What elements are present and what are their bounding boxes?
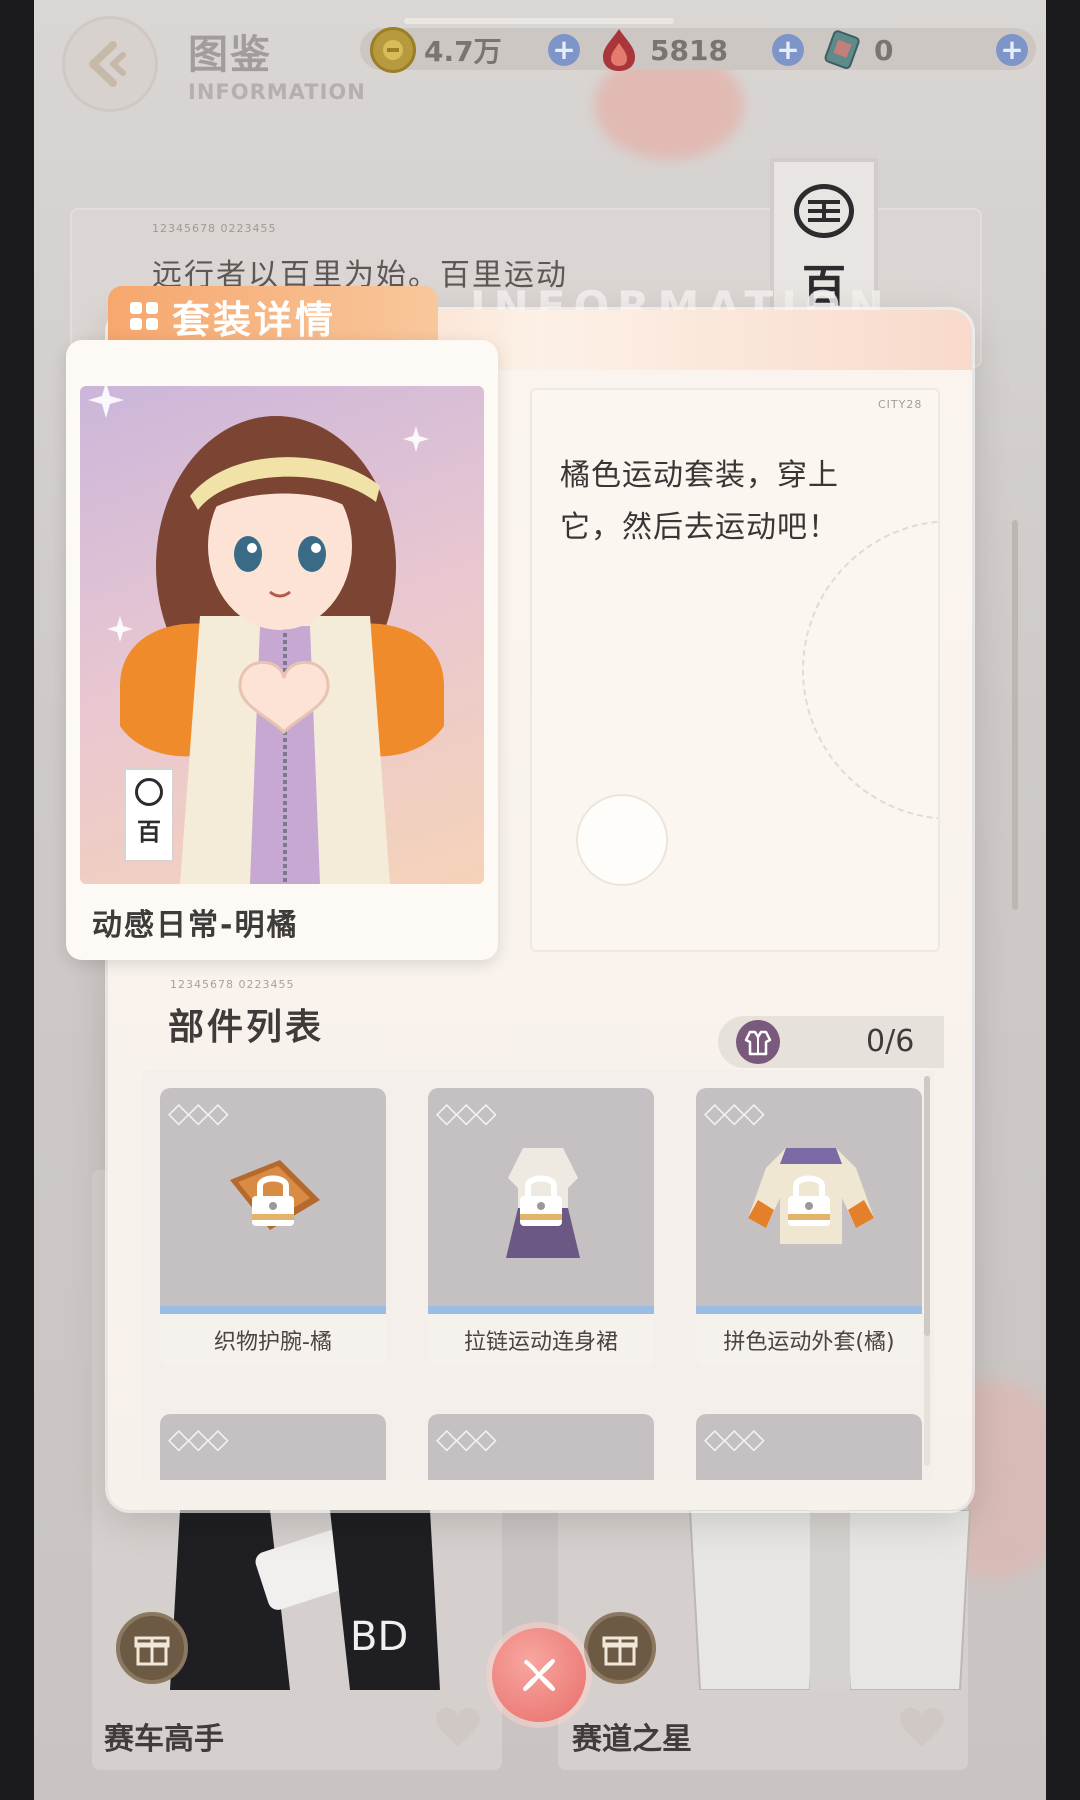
outfit-description: 橘色运动套装，穿上它，然后去运动吧！ xyxy=(560,458,839,545)
plus-icon: + xyxy=(1000,33,1024,66)
page-scrollbar[interactable] xyxy=(1012,520,1018,910)
rarity-stripe xyxy=(160,1306,386,1314)
gift-button[interactable] xyxy=(584,1612,656,1684)
ticket-value: 0 xyxy=(874,33,894,67)
plus-icon: + xyxy=(776,33,800,66)
page-subtitle: INFORMATION xyxy=(188,80,366,104)
grid-icon xyxy=(130,302,158,330)
part-name: 织物护腕-橘 xyxy=(214,1330,332,1355)
ticket-card-icon xyxy=(820,27,866,73)
add-gold-button[interactable]: + xyxy=(548,34,580,66)
rarity-stars: ◇◇◇ xyxy=(436,1096,497,1129)
parts-list-title: 部件列表 xyxy=(168,1007,325,1048)
brand-mini-tag: 百 xyxy=(124,768,174,862)
flame-value: 5818 xyxy=(650,33,728,67)
parts-code: 12345678 0223455 xyxy=(170,978,295,991)
parts-scrollbar-thumb[interactable] xyxy=(924,1076,930,1336)
part-card[interactable]: ◇◇◇ 拼色运动外套(橘) xyxy=(696,1088,922,1366)
heart-icon xyxy=(900,1708,944,1746)
favorite-button[interactable] xyxy=(896,1705,948,1749)
desc-code: CITY28 xyxy=(878,398,923,411)
outfit-figure-jacket: BD xyxy=(170,1510,440,1690)
rarity-stars: ◇◇◇ xyxy=(168,1096,229,1129)
gold-value: 4.7万 xyxy=(424,35,502,68)
rarity-stars: ◇◇◇ xyxy=(436,1422,497,1455)
brand-logo-icon xyxy=(794,184,854,238)
lock-icon xyxy=(252,1175,294,1226)
deco-circle xyxy=(802,520,938,820)
flame-crystal-icon xyxy=(596,27,642,73)
part-card[interactable]: ◇◇◇ xyxy=(696,1414,922,1480)
currency-gold: 4.7万 xyxy=(370,22,502,78)
currency-flame: 5818 xyxy=(596,22,728,78)
rarity-stars: ◇◇◇ xyxy=(704,1422,765,1455)
deco-circle xyxy=(576,794,668,886)
add-ticket-button[interactable]: + xyxy=(996,34,1028,66)
part-card[interactable]: ◇◇◇ xyxy=(428,1414,654,1480)
card-code: 12345678 0223455 xyxy=(152,222,277,235)
brand-logo-icon xyxy=(135,778,163,806)
rarity-stars: ◇◇◇ xyxy=(168,1422,229,1455)
lock-icon xyxy=(520,1175,562,1226)
outfit-name: 赛道之星 xyxy=(572,1722,692,1757)
modal-title-tab: 套装详情 xyxy=(108,286,438,346)
gold-coin-icon xyxy=(370,27,416,73)
back-arrow-icon xyxy=(89,41,126,87)
parts-grid: ◇◇◇ 织物护腕-橘 ◇◇◇ 拉链运动连身裙 ◇◇◇ 拼色运动外套(橘) ◇◇◇… xyxy=(142,1070,934,1480)
close-button[interactable] xyxy=(492,1628,586,1722)
rarity-stripe xyxy=(428,1306,654,1314)
rarity-stars: ◇◇◇ xyxy=(704,1096,765,1129)
part-card[interactable]: ◇◇◇ 拉链运动连身裙 xyxy=(428,1088,654,1366)
brand-char: 百 xyxy=(137,817,161,846)
part-card[interactable]: ◇◇◇ 织物护腕-橘 xyxy=(160,1088,386,1366)
parts-collected-count: 0/6 xyxy=(866,1024,915,1059)
close-icon xyxy=(523,1659,555,1691)
clothing-icon xyxy=(736,1020,780,1064)
part-name: 拼色运动外套(橘) xyxy=(723,1330,895,1355)
add-flame-button[interactable]: + xyxy=(772,34,804,66)
back-button[interactable] xyxy=(62,16,158,112)
gift-button[interactable] xyxy=(116,1612,188,1684)
part-card[interactable]: ◇◇◇ xyxy=(160,1414,386,1480)
svg-text:BD: BD xyxy=(350,1614,408,1660)
currency-ticket: 0 xyxy=(820,22,893,78)
gift-icon xyxy=(134,1636,170,1666)
plus-icon: + xyxy=(552,33,576,66)
gift-icon xyxy=(602,1636,638,1666)
part-name: 拉链运动连身裙 xyxy=(463,1330,618,1355)
outfit-name: 动感日常-明橘 xyxy=(92,908,299,943)
lock-icon xyxy=(788,1175,830,1226)
page-title: 图鉴 xyxy=(188,32,272,78)
favorite-button[interactable] xyxy=(432,1705,484,1749)
outfit-name: 赛车高手 xyxy=(104,1722,224,1757)
modal-title: 套装详情 xyxy=(172,297,337,342)
heart-icon xyxy=(436,1708,480,1746)
rarity-stripe xyxy=(696,1306,922,1314)
outfit-figure-coat xyxy=(688,1510,972,1690)
